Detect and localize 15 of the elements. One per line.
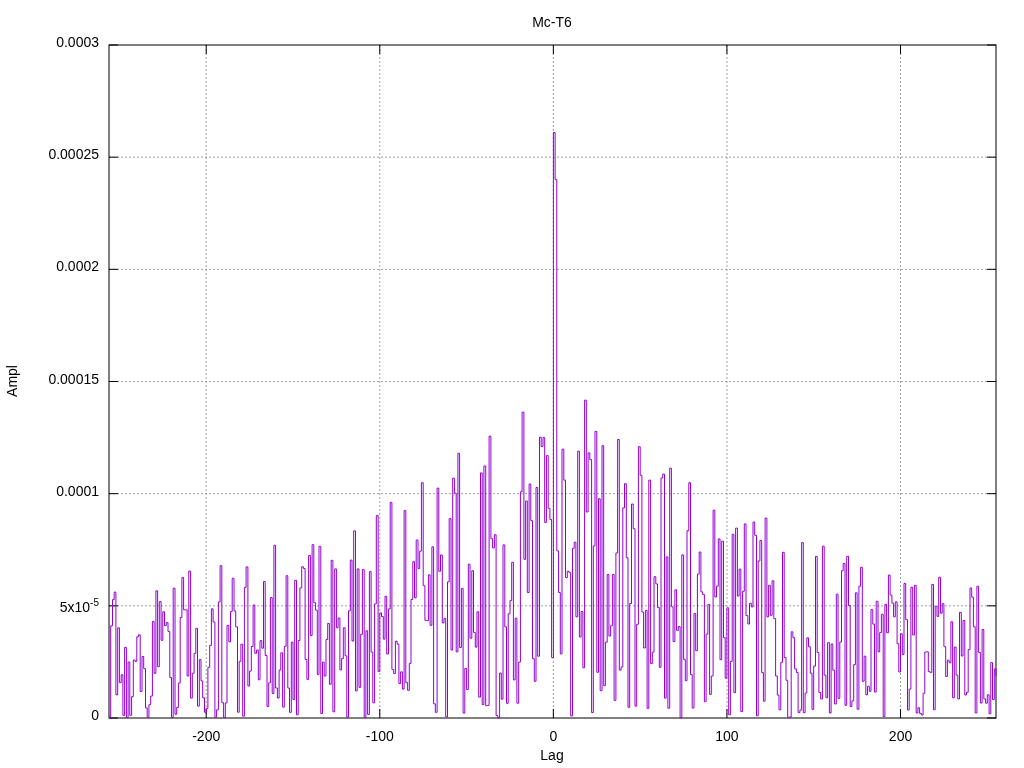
x-tick-label: -100: [365, 728, 394, 744]
y-tick-label: 0.0002: [55, 258, 99, 275]
x-tick-label: 100: [715, 728, 739, 744]
y-axis-label: Ampl: [4, 365, 20, 397]
y-tick-label: 0.00025: [47, 146, 99, 163]
chart-title: Mc-T6: [532, 14, 572, 30]
x-tick-label: 200: [888, 728, 913, 744]
x-tick-label: 0: [549, 728, 558, 744]
y-tick-label: 0: [90, 707, 99, 723]
x-tick-label: -200: [192, 728, 221, 744]
x-axis-label: Lag: [540, 747, 564, 763]
y-tick-label: 0.0003: [55, 34, 99, 50]
y-tick-label: 0.00015: [47, 370, 99, 387]
y-tick-label: 5x10$^{-5}$: [58, 595, 99, 615]
y-tick-label: 0.0001: [55, 482, 99, 499]
